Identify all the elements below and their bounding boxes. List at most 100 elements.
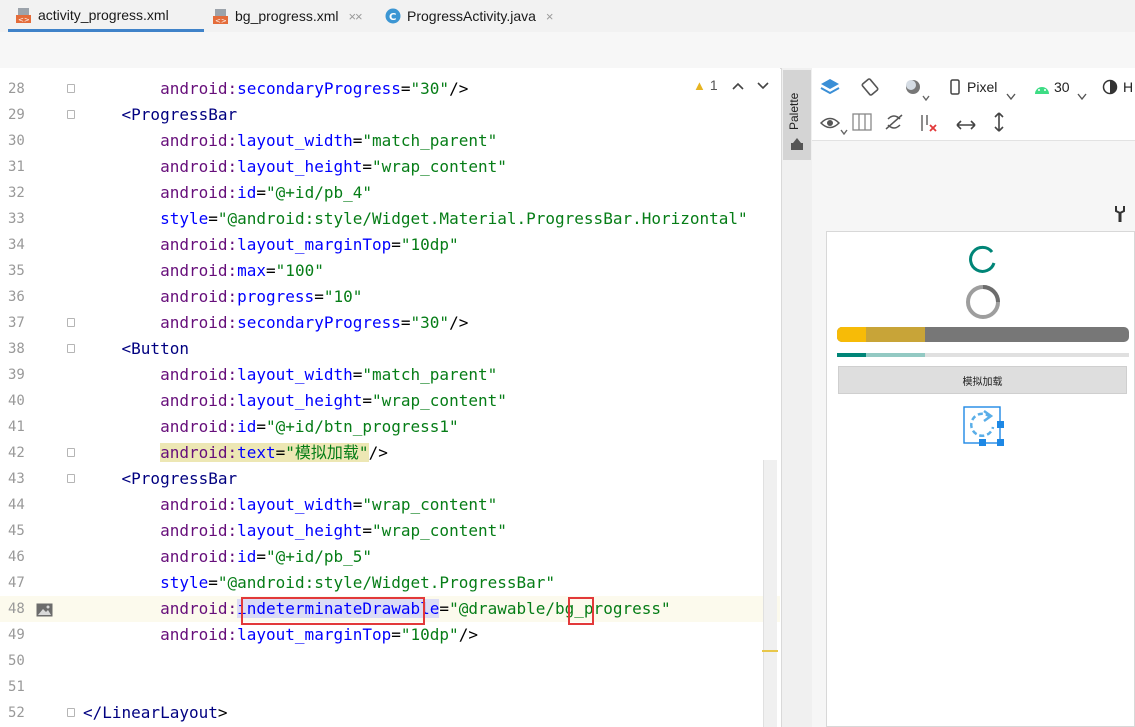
code-line[interactable]: 32 android:id="@+id/pb_4" <box>0 180 780 206</box>
code-line[interactable]: 33 style="@android:style/Widget.Material… <box>0 206 780 232</box>
simulate-load-button[interactable]: 模拟加载 <box>838 366 1127 394</box>
code-line[interactable]: 47 style="@android:style/Widget.Progress… <box>0 570 780 596</box>
vertical-resize-icon[interactable] <box>993 112 1005 136</box>
tab-activity-progress[interactable]: <> activity_progress.xml <box>8 0 204 32</box>
code-token: "@android:style/Widget.ProgressBar" <box>217 573 556 592</box>
api-level-selector[interactable]: 30 <box>1054 79 1070 95</box>
svg-text:C: C <box>389 12 396 23</box>
close-icon[interactable]: × <box>546 9 554 24</box>
fold-marker-icon[interactable] <box>67 474 75 483</box>
tab-progress-activity[interactable]: C ProgressActivity.java × <box>385 0 554 32</box>
code-token: android: <box>160 183 238 202</box>
code-line[interactable]: 51 <box>0 674 780 700</box>
theme-night-icon[interactable] <box>904 78 922 100</box>
code-line[interactable]: 28 android:secondaryProgress="30"/> <box>0 76 780 102</box>
thin-progress-primary <box>837 353 867 357</box>
drawable-preview-icon[interactable] <box>36 602 53 621</box>
editor-scrollbar[interactable] <box>763 460 777 727</box>
blueprint-icon[interactable] <box>852 113 872 135</box>
code-text: android:secondaryProgress="30"/> <box>83 310 468 336</box>
code-line[interactable]: 43 <ProgressBar <box>0 466 780 492</box>
code-token: = <box>439 599 450 618</box>
code-line[interactable]: 44 android:layout_width="wrap_content" <box>0 492 780 518</box>
chevron-down-icon[interactable] <box>1006 85 1016 104</box>
chevron-up-icon[interactable] <box>732 77 744 93</box>
code-text: android:layout_width="match_parent" <box>83 128 497 154</box>
code-editor[interactable]: 28 android:secondaryProgress="30"/> 29 <P… <box>0 68 780 727</box>
circular-progress-accent <box>965 243 999 281</box>
code-line[interactable]: 45 android:layout_height="wrap_content" <box>0 518 780 544</box>
design-toolbar: Pixel 30 H <box>812 68 1135 141</box>
eye-icon[interactable] <box>819 115 841 134</box>
code-line[interactable]: 34 android:layout_marginTop="10dp" <box>0 232 780 258</box>
code-line[interactable]: 42 android:text="模拟加载"/> <box>0 440 780 466</box>
code-line[interactable]: 50 <box>0 648 780 674</box>
editor-tab-bar: <> activity_progress.xml <> bg_progress.… <box>0 0 1135 32</box>
close-icon[interactable]: × <box>355 9 363 24</box>
constraints-hidden-icon[interactable] <box>884 113 904 135</box>
code-line[interactable]: 52 </LinearLayout> <box>0 700 780 726</box>
line-number: 33 <box>8 211 25 227</box>
horizontal-resize-icon[interactable] <box>956 116 976 135</box>
code-text: android:id="@+id/pb_5" <box>83 544 372 570</box>
rotate-icon[interactable] <box>860 77 880 101</box>
line-number: 37 <box>8 315 25 331</box>
chevron-down-icon[interactable] <box>757 77 769 93</box>
code-token: "10" <box>323 287 363 306</box>
fold-marker-icon[interactable] <box>67 110 75 119</box>
code-line[interactable]: 41 android:id="@+id/btn_progress1" <box>0 414 780 440</box>
code-token: = <box>208 209 218 228</box>
clear-constraints-icon[interactable] <box>918 113 938 137</box>
code-line[interactable]: 49 android:layout_marginTop="10dp"/> <box>0 622 780 648</box>
theme-selector[interactable]: H <box>1123 79 1133 95</box>
code-token: > <box>217 703 228 722</box>
code-line[interactable]: 36 android:progress="10" <box>0 284 780 310</box>
code-token: = <box>352 365 363 384</box>
code-token: "wrap_content" <box>372 521 507 540</box>
wrench-icon[interactable] <box>1113 205 1127 227</box>
line-number: 49 <box>8 627 25 643</box>
code-token: layout_height <box>237 157 363 176</box>
layers-icon[interactable] <box>820 78 840 100</box>
theme-icon[interactable] <box>1102 79 1118 99</box>
code-line[interactable]: 30 android:layout_width="match_parent" <box>0 128 780 154</box>
chevron-down-icon[interactable] <box>1077 85 1087 104</box>
code-line[interactable]: 29 <ProgressBar <box>0 102 780 128</box>
code-line[interactable]: 39 android:layout_width="match_parent" <box>0 362 780 388</box>
android-icon <box>1034 80 1050 99</box>
code-text: <ProgressBar <box>83 466 238 492</box>
device-phone-icon <box>950 79 960 99</box>
fold-marker-icon[interactable] <box>67 318 75 327</box>
code-text: android:layout_height="wrap_content" <box>83 518 507 544</box>
tab-bg-progress[interactable]: <> bg_progress.xml × <box>213 0 356 32</box>
code-line[interactable]: 31 android:layout_height="wrap_content" <box>0 154 780 180</box>
fold-marker-icon[interactable] <box>67 344 75 353</box>
chevron-down-icon[interactable] <box>922 86 930 105</box>
code-line[interactable]: 40 android:layout_height="wrap_content" <box>0 388 780 414</box>
code-token: android: <box>160 287 238 306</box>
chevron-down-icon[interactable] <box>840 120 848 139</box>
code-token: layout_width <box>237 495 353 514</box>
line-number: 51 <box>8 679 25 695</box>
code-text: style="@android:style/Widget.ProgressBar… <box>83 570 555 596</box>
selected-progress-component[interactable] <box>962 405 1008 453</box>
device-selector[interactable]: Pixel <box>967 79 997 95</box>
code-line[interactable]: 37 android:secondaryProgress="30"/> <box>0 310 780 336</box>
fold-marker-icon[interactable] <box>67 84 75 93</box>
code-line[interactable]: 38 <Button <box>0 336 780 362</box>
code-line[interactable]: 46 android:id="@+id/pb_5" <box>0 544 780 570</box>
palette-button[interactable]: Palette <box>783 70 811 160</box>
code-line[interactable]: 35 android:max="100" <box>0 258 780 284</box>
tab-close[interactable]: × <box>355 0 363 32</box>
inspection-widget[interactable]: ▲ 1 <box>693 77 769 93</box>
fold-marker-icon[interactable] <box>67 448 75 457</box>
code-token: text <box>237 443 276 462</box>
code-token: style <box>160 573 209 592</box>
fold-marker-icon[interactable] <box>67 708 75 717</box>
code-text: <Button <box>83 336 189 362</box>
